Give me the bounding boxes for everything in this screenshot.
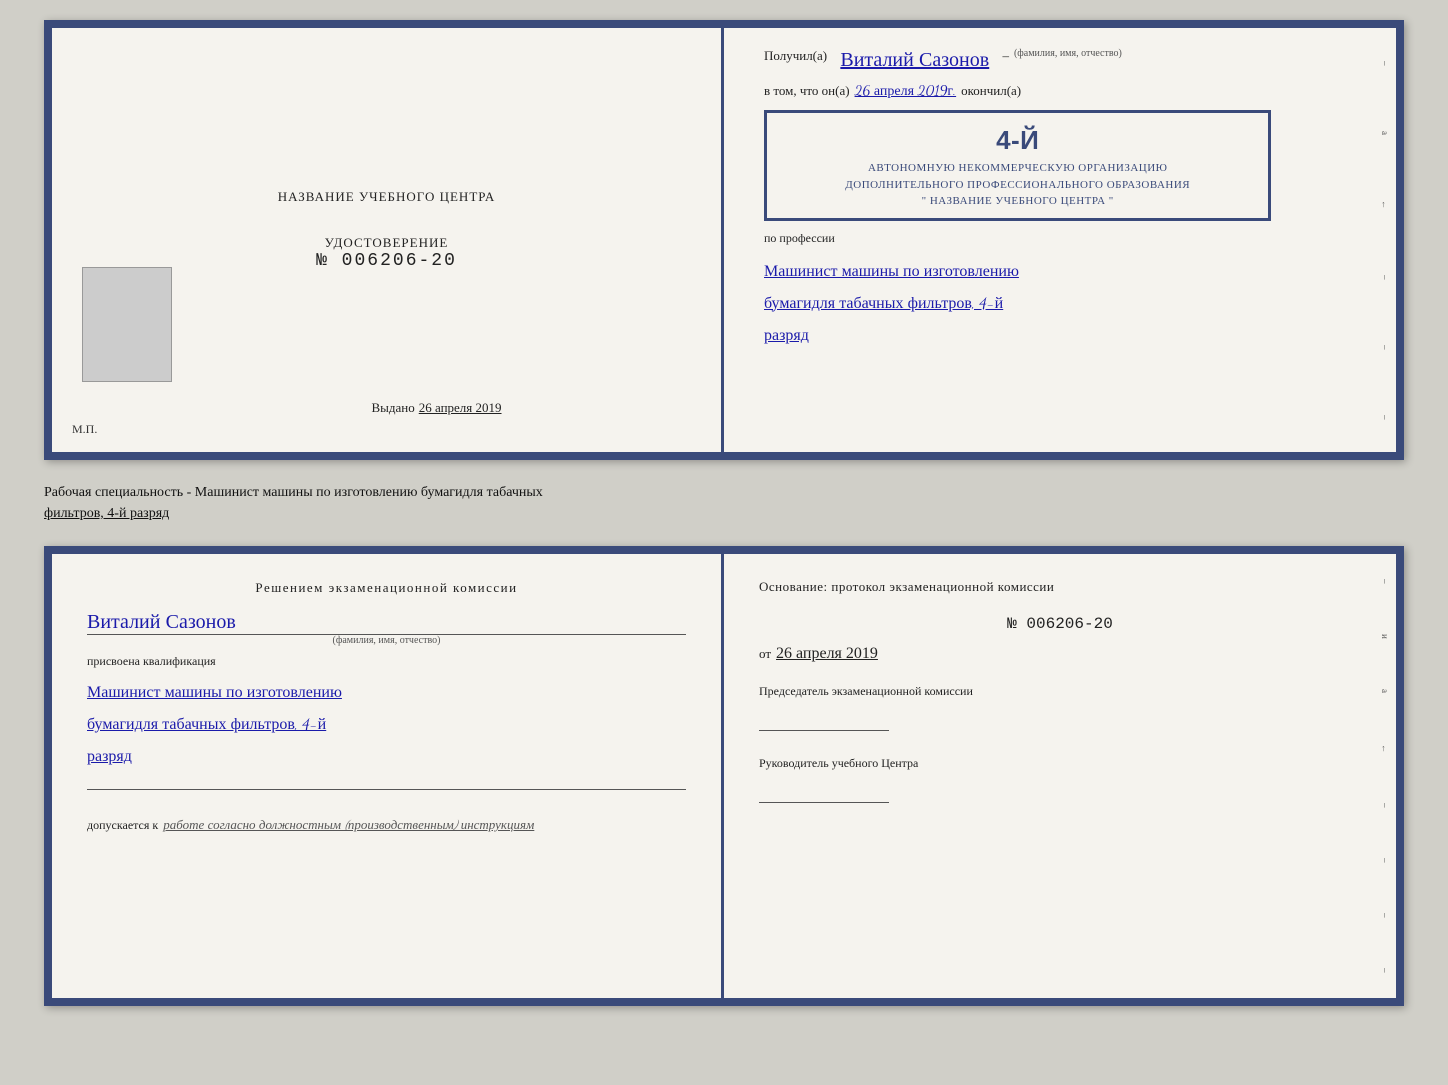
- edge-mark-b2: и: [1380, 634, 1390, 639]
- edge-mark-1: –: [1380, 61, 1390, 66]
- cert-prof-line3: разряд: [764, 326, 809, 345]
- cert-bottom-line: [87, 789, 686, 790]
- cert-org-name: " НАЗВАНИЕ УЧЕБНОГО ЦЕНТРА ": [781, 193, 1254, 210]
- cert-issued-label: Выдано: [371, 400, 414, 415]
- certificate-top: НАЗВАНИЕ УЧЕБНОГО ЦЕНТРА УДОСТОВЕРЕНИЕ №…: [44, 20, 1404, 460]
- edge-mark-3: ←: [1380, 200, 1390, 209]
- edge-mark-b6: –: [1380, 858, 1390, 863]
- cert-right-date-handwritten: 26 апреля 2019г.: [855, 82, 957, 100]
- cert-allowed-row: допускается к работе согласно должностны…: [87, 808, 686, 833]
- cert-chairman-signature-line: [759, 730, 889, 731]
- cert-bottom-name-sub: (фамилия, имя, отчество): [87, 634, 686, 646]
- cert-profession-handwritten: Машинист машины по изготовлению бумагидл…: [764, 256, 1361, 352]
- edge-mark-4: –: [1380, 275, 1390, 280]
- cert-assign-label: присвоена квалификация: [87, 654, 686, 669]
- edge-mark-6: –: [1380, 415, 1390, 420]
- cert-received-label: Получил(а): [764, 48, 827, 64]
- cert-bottom-date-value: 26 апреля 2019: [776, 645, 878, 663]
- cert-allowed-label: допускается к: [87, 818, 158, 833]
- cert-bottom-prof-line1: Машинист машины по изготовлению: [87, 683, 342, 702]
- cert-top-left-page: НАЗВАНИЕ УЧЕБНОГО ЦЕНТРА УДОСТОВЕРЕНИЕ №…: [52, 28, 724, 452]
- edge-mark-5: –: [1380, 345, 1390, 350]
- cert-prof-line1: Машинист машины по изготовлению: [764, 262, 1019, 281]
- cert-bottom-date-row: от 26 апреля 2019: [759, 645, 1361, 663]
- cert-bottom-profession: Машинист машины по изготовлению бумагидл…: [87, 677, 686, 773]
- cert-number-block: УДОСТОВЕРЕНИЕ № 006206-20: [316, 235, 457, 271]
- cert-top-right-edge: – а ← – – –: [1374, 28, 1396, 452]
- cert-allowed-value: работе согласно должностным (производств…: [163, 817, 534, 833]
- edge-mark-b3: а: [1380, 689, 1390, 693]
- cert-head-label: Руководитель учебного Центра: [759, 755, 1361, 772]
- cert-in-that-label: в том, что он(а): [764, 83, 850, 99]
- cert-issued-date: 26 апреля 2019: [419, 400, 502, 415]
- cert-name-handwritten-top: Виталий Сазонов: [840, 48, 989, 72]
- edge-mark-b7: –: [1380, 913, 1390, 918]
- cert-number-label: УДОСТОВЕРЕНИЕ: [316, 235, 457, 251]
- cert-photo-placeholder: [82, 267, 172, 382]
- cert-in-that-row: в том, что он(а) 26 апреля 2019г. окончи…: [764, 82, 1361, 100]
- cert-prof-line2: бумагидля табачных фильтров, 4-й: [764, 294, 1003, 313]
- meta-line2: фильтров, 4-й разряд: [44, 506, 169, 521]
- meta-text: Рабочая специальность - Машинист машины …: [44, 478, 1404, 528]
- cert-bottom-name-block: Виталий Сазонов (фамилия, имя, отчество): [87, 610, 686, 646]
- cert-bottom-name-handwritten: Виталий Сазонов: [87, 610, 236, 634]
- cert-received-row: Получил(а) Виталий Сазонов – (фамилия, и…: [764, 48, 1361, 72]
- cert-bottom-right-page: Основание: протокол экзаменационной коми…: [724, 554, 1396, 998]
- cert-stamp-block: 4-й АВТОНОМНУЮ НЕКОММЕРЧЕСКУЮ ОРГАНИЗАЦИ…: [764, 110, 1271, 221]
- cert-finished-label: окончил(а): [961, 83, 1021, 99]
- cert-dash: –: [1002, 48, 1009, 64]
- cert-number-value: № 006206-20: [316, 251, 457, 271]
- cert-chairman-label: Председатель экзаменационной комиссии: [759, 683, 1361, 700]
- cert-profession-label: по профессии: [764, 231, 1361, 246]
- cert-bottom-date-prefix: от: [759, 646, 771, 662]
- cert-org-line2: ДОПОЛНИТЕЛЬНОГО ПРОФЕССИОНАЛЬНОГО ОБРАЗО…: [781, 177, 1254, 194]
- edge-mark-2: а: [1380, 131, 1390, 135]
- cert-bottom-right-edge: – и а ← – – – –: [1374, 554, 1396, 998]
- meta-line1: Рабочая специальность - Машинист машины …: [44, 485, 543, 500]
- cert-decision-title: Решением экзаменационной комиссии: [87, 579, 686, 597]
- cert-bottom-left-page: Решением экзаменационной комиссии Витали…: [52, 554, 724, 998]
- cert-bottom-prof-line3: разряд: [87, 747, 132, 766]
- cert-top-right-page: Получил(а) Виталий Сазонов – (фамилия, и…: [724, 28, 1396, 452]
- cert-mp-label: М.П.: [72, 422, 97, 437]
- cert-top-left-title: НАЗВАНИЕ УЧЕБНОГО ЦЕНТРА: [278, 189, 495, 205]
- edge-mark-b4: ←: [1380, 744, 1390, 753]
- cert-issued-block: Выдано 26 апреля 2019: [182, 399, 691, 417]
- cert-name-sub-top: (фамилия, имя, отчество): [1014, 48, 1122, 59]
- cert-org-line1: АВТОНОМНУЮ НЕКОММЕРЧЕСКУЮ ОРГАНИЗАЦИЮ: [781, 160, 1254, 177]
- edge-mark-b1: –: [1380, 579, 1390, 584]
- cert-head-signature-line: [759, 802, 889, 803]
- certificate-bottom: Решением экзаменационной комиссии Витали…: [44, 546, 1404, 1006]
- cert-bottom-prof-line2: бумагидля табачных фильтров, 4-й: [87, 715, 326, 734]
- cert-basis-label: Основание: протокол экзаменационной коми…: [759, 579, 1361, 595]
- cert-stamp-number: 4-й: [781, 121, 1254, 160]
- edge-mark-b8: –: [1380, 968, 1390, 973]
- edge-mark-b5: –: [1380, 803, 1390, 808]
- cert-bottom-number: № 006206-20: [759, 615, 1361, 633]
